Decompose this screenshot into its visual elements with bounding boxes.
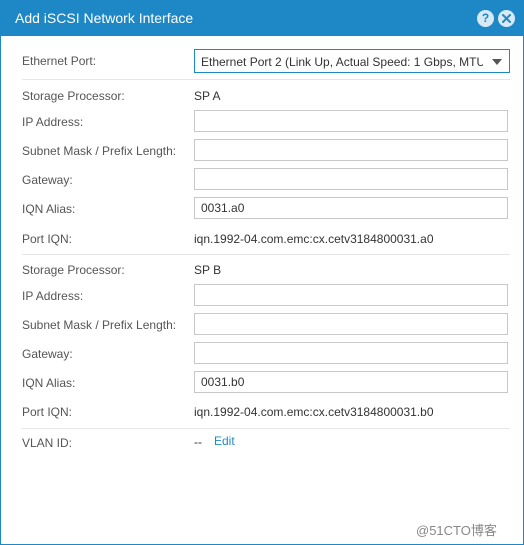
ip-address-label: IP Address:	[22, 289, 84, 303]
dialog-title: Add iSCSI Network Interface	[15, 10, 194, 26]
watermark: @51CTO博客	[416, 523, 497, 538]
sp-b-subnet-row: Subnet Mask / Prefix Length:	[22, 313, 510, 337]
port-iqn-value: iqn.1992-04.com.emc:cx.cetv3184800031.b0	[194, 405, 434, 419]
close-button[interactable]	[498, 10, 515, 27]
storage-processor-value: SP B	[194, 263, 222, 277]
gateway-label: Gateway:	[22, 173, 73, 187]
sp-b-iqn-alias-row: IQN Alias:	[22, 371, 510, 395]
iqn-alias-label: IQN Alias:	[22, 202, 76, 216]
help-button[interactable]: ?	[477, 10, 494, 27]
divider	[22, 254, 510, 255]
sp-a-ip-address-input[interactable]	[194, 110, 508, 132]
sp-a-gateway-input[interactable]	[194, 168, 508, 190]
storage-processor-value: SP A	[194, 89, 221, 103]
dialog-titlebar: Add iSCSI Network Interface ?	[1, 1, 523, 36]
vlan-edit-link[interactable]: Edit	[214, 434, 235, 448]
port-iqn-value: iqn.1992-04.com.emc:cx.cetv3184800031.a0	[194, 232, 434, 246]
close-icon	[502, 14, 511, 23]
sp-a-gateway-row: Gateway:	[22, 168, 510, 192]
ethernet-port-row: Ethernet Port: Ethernet Port 2 (Link Up,…	[22, 49, 510, 73]
divider	[22, 79, 510, 80]
port-iqn-label: Port IQN:	[22, 232, 73, 246]
vlan-id-value: --	[194, 435, 202, 449]
storage-processor-label: Storage Processor:	[22, 263, 125, 277]
sp-a-iqn-alias-input[interactable]	[194, 197, 508, 219]
vlan-id-label: VLAN ID:	[22, 436, 73, 450]
add-iscsi-dialog: Add iSCSI Network Interface ? Ethernet P…	[0, 0, 524, 545]
sp-b-port-iqn-row: Port IQN: iqn.1992-04.com.emc:cx.cetv318…	[22, 403, 510, 421]
ethernet-port-selected: Ethernet Port 2 (Link Up, Actual Speed: …	[201, 55, 483, 69]
storage-processor-label: Storage Processor:	[22, 89, 125, 103]
sp-a-iqn-alias-row: IQN Alias:	[22, 197, 510, 221]
sp-b-iqn-alias-input[interactable]	[194, 371, 508, 393]
subnet-mask-label: Subnet Mask / Prefix Length:	[22, 144, 177, 158]
sp-a-subnet-mask-input[interactable]	[194, 139, 508, 161]
sp-a-port-iqn-row: Port IQN: iqn.1992-04.com.emc:cx.cetv318…	[22, 230, 510, 248]
sp-b-gateway-input[interactable]	[194, 342, 508, 364]
sp-b-ip-address-input[interactable]	[194, 284, 508, 306]
ethernet-port-label: Ethernet Port:	[22, 54, 97, 68]
chevron-down-icon	[492, 59, 502, 65]
ip-address-label: IP Address:	[22, 115, 84, 129]
port-iqn-label: Port IQN:	[22, 405, 73, 419]
sp-b-subnet-mask-input[interactable]	[194, 313, 508, 335]
sp-b-ip-row: IP Address:	[22, 284, 510, 308]
divider	[22, 428, 510, 429]
sp-a-subnet-row: Subnet Mask / Prefix Length:	[22, 139, 510, 163]
sp-a-ip-row: IP Address:	[22, 110, 510, 134]
sp-a-processor-row: Storage Processor: SP A	[22, 87, 510, 105]
subnet-mask-label: Subnet Mask / Prefix Length:	[22, 318, 177, 332]
sp-b-processor-row: Storage Processor: SP B	[22, 261, 510, 279]
vlan-row: VLAN ID: -- Edit	[22, 434, 510, 452]
sp-b-gateway-row: Gateway:	[22, 342, 510, 366]
ethernet-port-select[interactable]: Ethernet Port 2 (Link Up, Actual Speed: …	[194, 49, 510, 73]
iqn-alias-label: IQN Alias:	[22, 376, 76, 390]
gateway-label: Gateway:	[22, 347, 73, 361]
